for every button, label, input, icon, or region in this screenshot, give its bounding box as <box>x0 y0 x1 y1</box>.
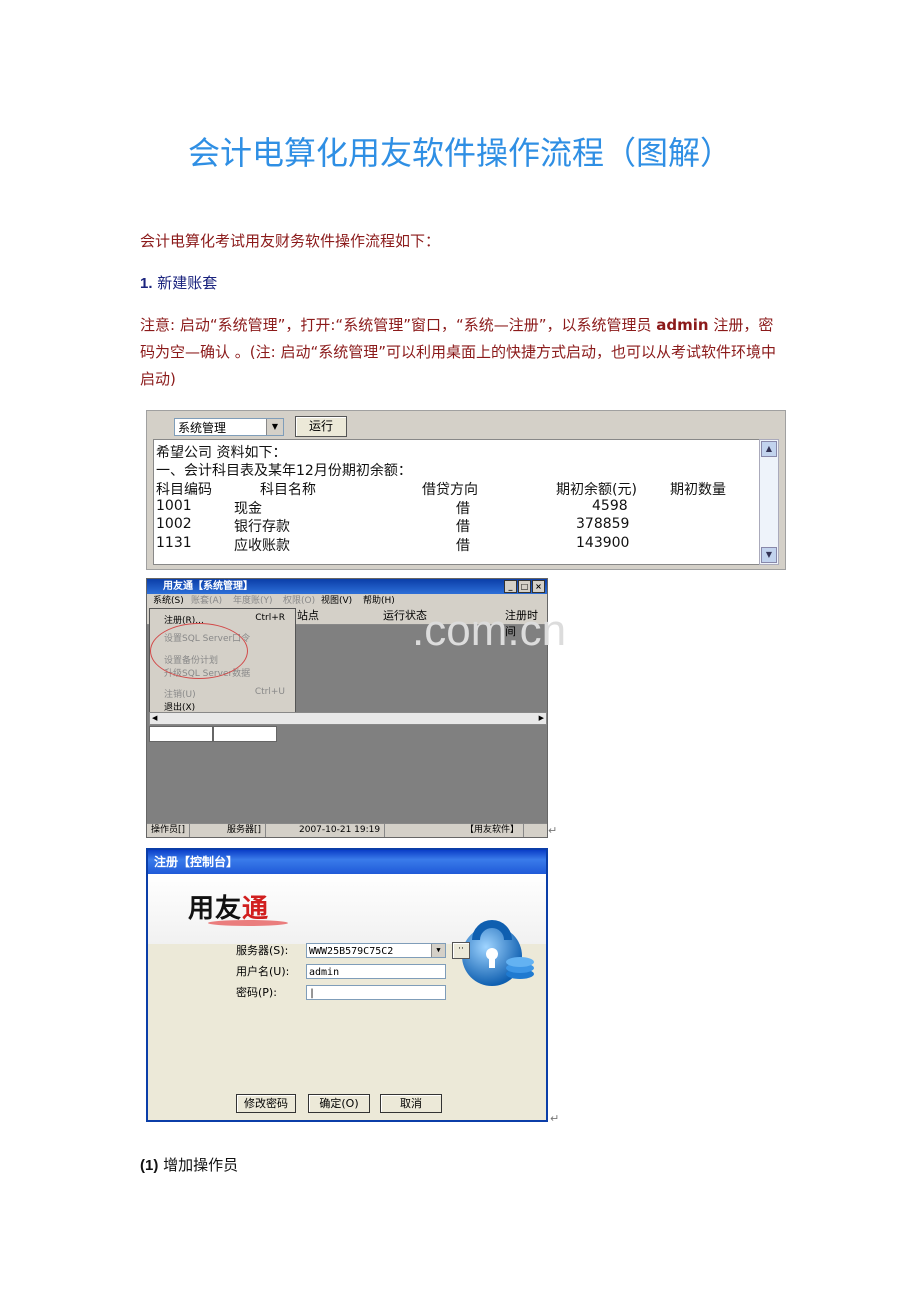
cancel-button[interactable]: 取消 <box>380 1094 442 1113</box>
browse-button[interactable]: ·· <box>452 942 470 959</box>
scroll-left-icon[interactable]: ◀ <box>152 713 157 724</box>
note-admin: admin <box>656 316 709 334</box>
ok-button[interactable]: 确定(O) <box>308 1094 370 1113</box>
minimize-icon[interactable]: _ <box>504 580 517 593</box>
password-field[interactable]: | <box>306 985 446 1000</box>
col-header-code: 科目编码 <box>156 482 212 498</box>
server-select[interactable]: WWW25B579C75C2 ▼ <box>306 943 446 958</box>
menu-view[interactable]: 视图(V) <box>321 594 352 608</box>
logo-swoosh <box>208 920 288 926</box>
row-code: 1001 <box>156 498 192 514</box>
status-datetime: 2007-10-21 19:19 <box>299 824 386 837</box>
run-button[interactable]: 运行 <box>295 416 347 437</box>
menu-shortcut: Ctrl+R <box>255 613 285 623</box>
menu-shortcut: Ctrl+U <box>254 687 285 697</box>
menu-permission[interactable]: 权限(O) <box>283 594 315 608</box>
horizontal-scrollbar[interactable]: ◀ ▶ <box>149 712 547 725</box>
menu-system[interactable]: 系统(S) <box>153 594 184 608</box>
status-product: 【用友软件】 <box>465 824 525 837</box>
window-title: 用友通【系统管理】 <box>163 581 253 592</box>
data-viewer-screenshot: 系统管理 ▼ 运行 希望公司 资料如下： 一、会计科目表及某年12月份期初余额：… <box>146 410 786 570</box>
empty-cell <box>149 726 213 742</box>
section-number: 1. <box>140 275 153 292</box>
row-name: 应收账款 <box>234 538 290 554</box>
menu-help[interactable]: 帮助(H) <box>363 594 395 608</box>
close-icon[interactable]: × <box>532 580 545 593</box>
program-select[interactable]: 系统管理 ▼ <box>174 418 284 436</box>
row-dir: 借 <box>456 519 470 535</box>
data-line-1: 希望公司 资料如下： <box>156 445 287 461</box>
data-text-area: 希望公司 资料如下： 一、会计科目表及某年12月份期初余额： 科目编码 科目名称… <box>153 439 767 565</box>
note-paragraph: 注意: 启动“系统管理”，打开:“系统管理”窗口，“系统—注册”，以系统管理员 … <box>140 312 786 393</box>
data-line-2: 一、会计科目表及某年12月份期初余额： <box>156 463 412 479</box>
empty-cell <box>213 726 277 742</box>
col-site: 站点 <box>297 609 319 622</box>
section-label: 新建账套 <box>157 274 218 292</box>
row-dir: 借 <box>456 501 470 517</box>
chevron-down-icon[interactable]: ▼ <box>431 944 445 957</box>
col-header-qty: 期初数量 <box>670 482 726 498</box>
row-code: 1131 <box>156 535 192 551</box>
change-password-button[interactable]: 修改密码 <box>236 1094 296 1113</box>
watermark: .com.cn <box>412 606 567 655</box>
section-number: (1) <box>140 1157 159 1174</box>
row-name: 现金 <box>234 501 262 517</box>
return-mark: ↵ <box>548 824 558 837</box>
note-text-1: 注意: 启动“系统管理”，打开:“系统管理”窗口，“系统—注册”，以系统管理员 <box>140 316 657 334</box>
window-titlebar: 用友通【系统管理】 _ □ × <box>147 579 547 594</box>
highlight-circle <box>150 623 248 679</box>
chevron-down-icon[interactable]: ▼ <box>266 419 283 435</box>
scroll-down-icon[interactable]: ▼ <box>761 547 777 563</box>
row-amount: 378859 <box>576 516 630 532</box>
vertical-scrollbar[interactable]: ▲ ▼ <box>759 439 779 565</box>
scroll-right-icon[interactable]: ▶ <box>539 713 544 724</box>
maximize-icon[interactable]: □ <box>518 580 531 593</box>
password-label: 密码(P): <box>236 986 277 999</box>
menu-account[interactable]: 账套(A) <box>191 594 222 608</box>
intro-text: 会计电算化考试用友财务软件操作流程如下： <box>140 232 441 250</box>
row-dir: 借 <box>456 538 470 554</box>
server-value: WWW25B579C75C2 <box>309 946 394 957</box>
status-bar: 操作员[] 服务器[] 2007-10-21 19:19 【用友软件】 <box>147 823 547 837</box>
menu-year-account[interactable]: 年度账(Y) <box>233 594 273 608</box>
col-header-name: 科目名称 <box>260 482 316 498</box>
status-server: 服务器[] <box>227 824 267 837</box>
system-dropdown-menu: 注册(R)... Ctrl+R 设置SQL Server口令 设置备份计划 升级… <box>149 608 296 716</box>
program-select-value: 系统管理 <box>178 421 227 435</box>
row-name: 银行存款 <box>234 519 290 535</box>
page-title: 会计电算化用友软件操作流程（图解） <box>187 134 732 172</box>
row-amount: 4598 <box>592 498 628 514</box>
row-code: 1002 <box>156 516 192 532</box>
scroll-up-icon[interactable]: ▲ <box>761 441 777 457</box>
row-amount: 143900 <box>576 535 630 551</box>
username-field[interactable]: admin <box>306 964 446 979</box>
col-header-direction: 借贷方向 <box>422 482 478 498</box>
return-mark: ↵ <box>550 1112 560 1125</box>
section-heading-1: 1. 新建账套 <box>140 272 217 293</box>
section-heading-2: (1) 增加操作员 <box>140 1154 238 1175</box>
section-label: 增加操作员 <box>163 1156 239 1174</box>
server-label: 服务器(S): <box>236 944 289 957</box>
dialog-titlebar: 注册【控制台】 <box>148 850 546 874</box>
menu-item-logout[interactable]: 注销(U) <box>164 687 196 700</box>
username-label: 用户名(U): <box>236 965 290 978</box>
login-dialog-screenshot: 注册【控制台】 用友通 服务器(S): WWW25B579C75C2 ▼ ·· … <box>146 848 548 1122</box>
status-operator: 操作员[] <box>151 824 191 837</box>
col-header-amount: 期初余额(元) <box>556 482 637 498</box>
